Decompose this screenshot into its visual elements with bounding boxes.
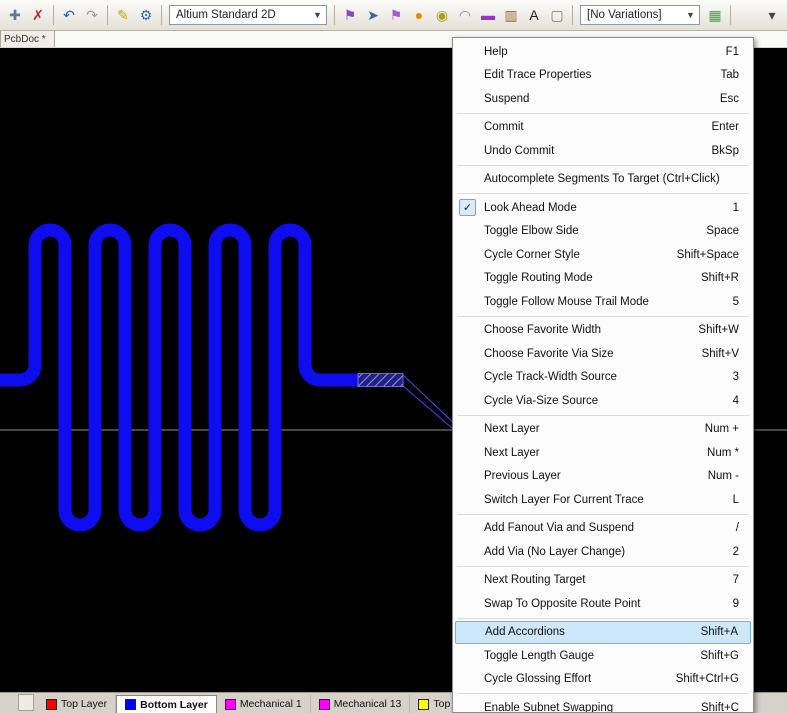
layer-tab-mechanical-13[interactable]: Mechanical 13: [311, 695, 411, 713]
menu-item-switch-layer-for-current-trace[interactable]: ✓ Switch Layer For Current Trace L: [453, 488, 753, 512]
redo-icon[interactable]: ↷: [81, 4, 103, 26]
menu-item-next-layer[interactable]: ✓ Next Layer Num +: [453, 418, 753, 442]
toolbar-divider: [334, 5, 335, 25]
menu-item-suspend[interactable]: ✓ Suspend Esc: [453, 87, 753, 111]
via-icon[interactable]: ●: [408, 4, 430, 26]
arc-icon[interactable]: ◠: [454, 4, 476, 26]
menu-item-cycle-track-width-source[interactable]: ✓ Cycle Track-Width Source 3: [453, 366, 753, 390]
pad-icon[interactable]: ◉: [431, 4, 453, 26]
pencil-icon[interactable]: ✎: [112, 4, 134, 26]
multi-route-icon[interactable]: ⚑: [385, 4, 407, 26]
menu-item-cycle-glossing-effort[interactable]: ✓ Cycle Glossing Effort Shift+Ctrl+G: [453, 668, 753, 692]
menu-item-add-via-no-layer-change[interactable]: ✓ Add Via (No Layer Change) 2: [453, 540, 753, 564]
text-icon[interactable]: A: [523, 4, 545, 26]
layer-tab-bottom-layer[interactable]: Bottom Layer: [116, 695, 217, 713]
toolbar-divider: [53, 5, 54, 25]
layer-color-swatch: [225, 699, 236, 710]
routing-segment-hatched: [358, 374, 403, 387]
menu-separator: [453, 413, 753, 418]
document-tab-pcbdoc[interactable]: PcbDoc *: [0, 30, 55, 47]
menu-item-toggle-follow-mouse-trail-mode[interactable]: ✓ Toggle Follow Mouse Trail Mode 5: [453, 290, 753, 314]
component-icon[interactable]: ▢: [546, 4, 568, 26]
menu-item-autocomplete-segments[interactable]: ✓ Autocomplete Segments To Target (Ctrl+…: [453, 168, 753, 192]
select-tool-icon[interactable]: ✚: [4, 4, 26, 26]
checkmark-icon: ✓: [459, 199, 476, 216]
menu-item-commit[interactable]: ✓ Commit Enter: [453, 116, 753, 140]
fill-icon[interactable]: ▬: [477, 4, 499, 26]
menu-item-undo-commit[interactable]: ✓ Undo Commit BkSp: [453, 139, 753, 163]
chart-icon[interactable]: ▥: [500, 4, 522, 26]
menu-item-look-ahead-mode[interactable]: ✓ Look Ahead Mode 1: [453, 196, 753, 220]
layer-tab-top-layer[interactable]: Top Layer: [38, 695, 116, 713]
menu-item-help[interactable]: ✓ Help F1: [453, 40, 753, 64]
menu-item-next-routing-target[interactable]: ✓ Next Routing Target 7: [453, 569, 753, 593]
menu-item-add-fanout-via-and-suspend[interactable]: ✓ Add Fanout Via and Suspend /: [453, 517, 753, 541]
menu-item-choose-favorite-via-size[interactable]: ✓ Choose Favorite Via Size Shift+V: [453, 342, 753, 366]
layer-scroll-left-button[interactable]: [18, 694, 34, 711]
menu-separator: [453, 191, 753, 196]
menu-item-choose-favorite-width[interactable]: ✓ Choose Favorite Width Shift+W: [453, 319, 753, 343]
dropdown-arrow-icon[interactable]: ▼: [684, 10, 697, 20]
view-configuration-select[interactable]: Altium Standard 2D ▼: [169, 5, 327, 25]
menu-item-edit-trace-properties[interactable]: ✓ Edit Trace Properties Tab: [453, 64, 753, 88]
clear-filter-icon[interactable]: ✗: [27, 4, 49, 26]
route-pointer-icon[interactable]: ➤: [362, 4, 384, 26]
toolbar-divider: [161, 5, 162, 25]
menu-item-cycle-via-size-source[interactable]: ✓ Cycle Via-Size Source 4: [453, 389, 753, 413]
menu-item-toggle-routing-mode[interactable]: ✓ Toggle Routing Mode Shift+R: [453, 267, 753, 291]
toolbar-overflow-icon[interactable]: ▾: [761, 4, 783, 26]
menu-separator: [453, 616, 753, 621]
menu-item-swap-to-opposite-route-point[interactable]: ✓ Swap To Opposite Route Point 9: [453, 592, 753, 616]
look-ahead-path: [403, 375, 458, 427]
undo-icon[interactable]: ↶: [58, 4, 80, 26]
menu-separator: [453, 111, 753, 116]
toolbar-divider: [107, 5, 108, 25]
layer-color-swatch: [46, 699, 57, 710]
menu-separator: [453, 564, 753, 569]
layer-color-swatch: [418, 699, 429, 710]
interactive-routing-context-menu: ✓ Help F1 ✓ Edit Trace Properties Tab ✓ …: [452, 37, 754, 713]
menu-separator: [453, 163, 753, 168]
signal-trace: [0, 230, 358, 525]
menu-item-next-layer-2[interactable]: ✓ Next Layer Num *: [453, 441, 753, 465]
measure-icon[interactable]: ⚙: [135, 4, 157, 26]
toolbar-divider: [730, 5, 731, 25]
look-ahead-path: [403, 386, 452, 428]
menu-item-toggle-length-gauge[interactable]: ✓ Toggle Length Gauge Shift+G: [453, 644, 753, 668]
menu-separator: [453, 691, 753, 696]
menu-item-enable-subnet-swapping[interactable]: ✓ Enable Subnet Swapping Shift+C: [453, 696, 753, 713]
main-toolbar: ✚ ✗ ↶ ↷ ✎ ⚙ Altium Standard 2D ▼ ⚑ ➤ ⚑ ●…: [0, 0, 787, 31]
board-icon[interactable]: ▦: [704, 4, 726, 26]
dropdown-arrow-icon[interactable]: ▼: [311, 10, 324, 20]
layer-color-swatch: [125, 699, 136, 710]
menu-item-toggle-elbow-side[interactable]: ✓ Toggle Elbow Side Space: [453, 220, 753, 244]
layer-tab-mechanical-1[interactable]: Mechanical 1: [217, 695, 311, 713]
variations-select[interactable]: [No Variations] ▼: [580, 5, 700, 25]
route-flag-icon[interactable]: ⚑: [339, 4, 361, 26]
menu-separator: [453, 512, 753, 517]
menu-item-cycle-corner-style[interactable]: ✓ Cycle Corner Style Shift+Space: [453, 243, 753, 267]
toolbar-divider: [572, 5, 573, 25]
menu-item-previous-layer[interactable]: ✓ Previous Layer Num -: [453, 465, 753, 489]
menu-item-add-accordions[interactable]: ✓ Add Accordions Shift+A: [455, 621, 751, 645]
layer-color-swatch: [319, 699, 330, 710]
menu-separator: [453, 314, 753, 319]
